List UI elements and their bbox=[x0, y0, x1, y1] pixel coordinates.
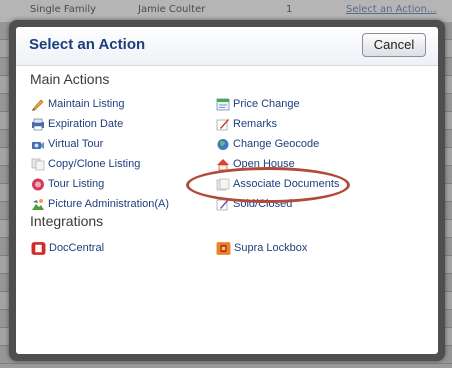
lockbox-icon bbox=[216, 241, 231, 255]
main-actions-heading: Main Actions bbox=[30, 71, 110, 87]
printer-icon bbox=[32, 118, 44, 130]
property-type-cell: Single Family bbox=[30, 4, 97, 15]
virtual-tour-action[interactable]: Virtual Tour bbox=[31, 136, 103, 152]
action-label: Price Change bbox=[233, 98, 300, 110]
doccentral-action[interactable]: DocCentral bbox=[31, 240, 104, 256]
action-label: Maintain Listing bbox=[48, 98, 125, 110]
picture-icon bbox=[32, 198, 44, 210]
select-action-dialog: Select an Action Cancel Main Actions Mai… bbox=[9, 20, 445, 361]
sold-icon bbox=[216, 198, 229, 210]
action-label: Virtual Tour bbox=[48, 138, 104, 150]
documents-icon bbox=[216, 178, 230, 190]
house-icon bbox=[217, 158, 229, 170]
remarks-icon bbox=[216, 118, 229, 130]
tour-listing-action[interactable]: Tour Listing bbox=[31, 176, 104, 192]
cancel-button[interactable]: Cancel bbox=[362, 33, 426, 57]
action-label: Sold/Closed bbox=[233, 198, 293, 210]
action-label: Expiration Date bbox=[48, 118, 124, 130]
camera-icon bbox=[32, 141, 44, 149]
action-label: Change Geocode bbox=[233, 138, 320, 150]
picture-administration-action[interactable]: Picture Administration(A) bbox=[31, 196, 169, 212]
count-cell: 1 bbox=[286, 4, 293, 15]
doccentral-icon bbox=[31, 241, 46, 255]
action-label: DocCentral bbox=[49, 242, 105, 254]
pencil-icon bbox=[32, 98, 44, 111]
expiration-date-action[interactable]: Expiration Date bbox=[31, 116, 123, 132]
maintain-listing-action[interactable]: Maintain Listing bbox=[31, 96, 124, 112]
integrations-heading: Integrations bbox=[30, 213, 104, 229]
action-label: Open House bbox=[233, 158, 295, 170]
change-geocode-action[interactable]: Change Geocode bbox=[216, 136, 319, 152]
action-label: Remarks bbox=[233, 118, 278, 130]
sold-closed-action[interactable]: Sold/Closed bbox=[216, 196, 292, 212]
dialog-body: Select an Action Cancel Main Actions Mai… bbox=[16, 27, 438, 354]
globe-icon bbox=[217, 138, 229, 150]
copy-icon bbox=[31, 158, 45, 170]
remarks-action[interactable]: Remarks bbox=[216, 116, 277, 132]
dialog-header: Select an Action Cancel bbox=[16, 27, 438, 66]
dialog-title: Select an Action bbox=[29, 36, 146, 53]
price-change-action[interactable]: Price Change bbox=[216, 96, 300, 112]
tour-icon bbox=[32, 178, 44, 190]
price-icon bbox=[216, 98, 230, 110]
action-label: Supra Lockbox bbox=[234, 242, 308, 254]
action-label: Copy/Clone Listing bbox=[48, 158, 141, 170]
action-label: Associate Documents bbox=[233, 178, 340, 190]
open-house-action[interactable]: Open House bbox=[216, 156, 295, 172]
copy-clone-listing-action[interactable]: Copy/Clone Listing bbox=[31, 156, 140, 172]
agent-cell: Jamie Coulter bbox=[138, 4, 206, 15]
associate-documents-action[interactable]: Associate Documents bbox=[216, 176, 339, 192]
action-label: Tour Listing bbox=[48, 178, 105, 190]
supra-lockbox-action[interactable]: Supra Lockbox bbox=[216, 240, 307, 256]
select-action-link[interactable]: Select an Action... bbox=[346, 4, 437, 15]
action-label: Picture Administration(A) bbox=[48, 198, 170, 210]
